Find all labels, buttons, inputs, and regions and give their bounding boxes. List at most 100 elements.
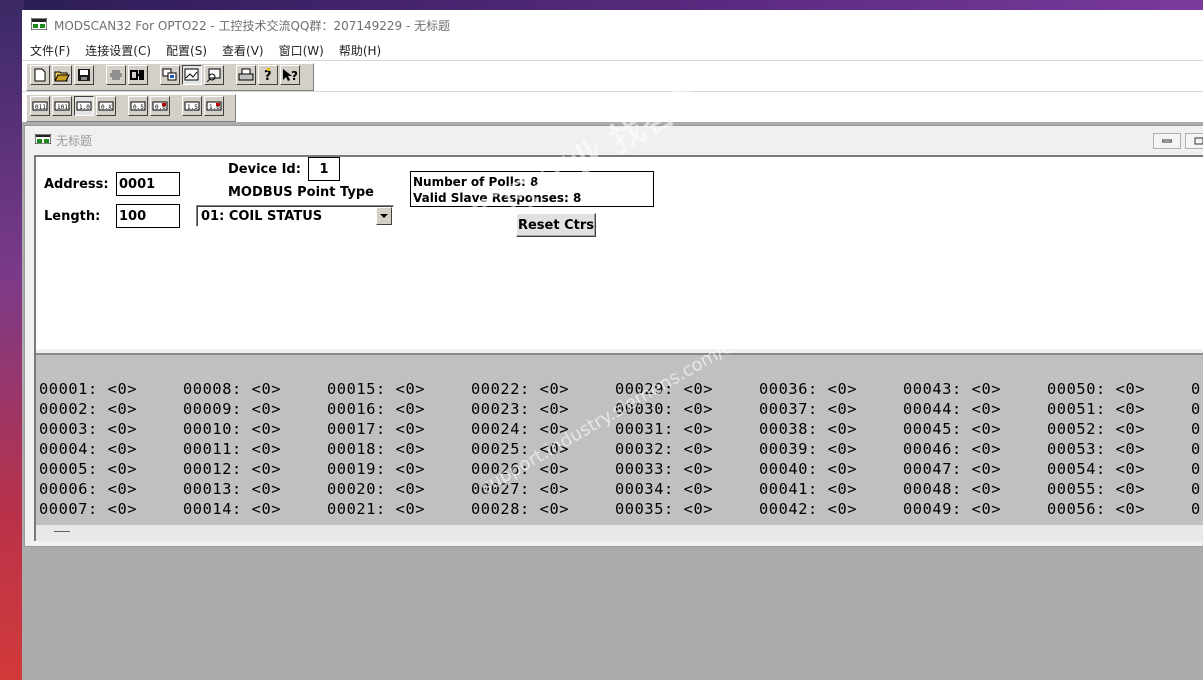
data-cell[interactable]: 00011: <0> bbox=[183, 439, 327, 459]
write-16-icon[interactable]: 1.6 bbox=[204, 96, 224, 116]
data-cell[interactable]: 00040: <0> bbox=[759, 459, 903, 479]
data-cell[interactable]: 00013: <0> bbox=[183, 479, 327, 499]
data-cell[interactable]: 00001: <0> bbox=[39, 379, 183, 399]
data-cell[interactable]: 00005: <0> bbox=[39, 459, 183, 479]
menu-help[interactable]: 帮助(H) bbox=[332, 42, 388, 59]
data-cell[interactable]: 00022: <0> bbox=[471, 379, 615, 399]
data-cell[interactable]: 00004: <0> bbox=[39, 439, 183, 459]
data-cell[interactable]: 00051: <0> bbox=[1047, 399, 1191, 419]
data-cell[interactable]: 00018: <0> bbox=[327, 439, 471, 459]
chevron-down-icon[interactable] bbox=[376, 207, 392, 225]
data-cell[interactable]: 00030: <0> bbox=[615, 399, 759, 419]
data-cell[interactable]: 00036: <0> bbox=[759, 379, 903, 399]
data-cell[interactable]: 00052: <0> bbox=[1047, 419, 1191, 439]
data-cell[interactable]: 0 bbox=[1191, 479, 1203, 499]
open-folder-icon[interactable] bbox=[52, 65, 72, 85]
data-cell[interactable]: 00037: <0> bbox=[759, 399, 903, 419]
data-cell[interactable]: 0 bbox=[1191, 459, 1203, 479]
register-04-icon[interactable]: 0.X bbox=[96, 96, 116, 116]
data-cell[interactable]: 00053: <0> bbox=[1047, 439, 1191, 459]
data-cell[interactable]: 00009: <0> bbox=[183, 399, 327, 419]
disconnect-icon[interactable] bbox=[128, 65, 148, 85]
data-cell[interactable]: 0 bbox=[1191, 379, 1203, 399]
input-02-icon[interactable]: 101 bbox=[52, 96, 72, 116]
data-cell[interactable]: 00006: <0> bbox=[39, 479, 183, 499]
data-cell[interactable]: 00026: <0> bbox=[471, 459, 615, 479]
data-cell[interactable]: 00044: <0> bbox=[903, 399, 1047, 419]
data-cell[interactable]: 00049: <0> bbox=[903, 499, 1047, 519]
data-cell[interactable]: 00012: <0> bbox=[183, 459, 327, 479]
data-cell[interactable]: 00029: <0> bbox=[615, 379, 759, 399]
data-cell[interactable]: 00016: <0> bbox=[327, 399, 471, 419]
menu-view[interactable]: 查看(V) bbox=[215, 42, 271, 59]
data-cell[interactable]: 00047: <0> bbox=[903, 459, 1047, 479]
context-help-icon[interactable]: ? bbox=[280, 65, 300, 85]
write-15-icon[interactable]: 1.5 bbox=[182, 96, 202, 116]
register-03-icon[interactable]: 1.0 bbox=[74, 96, 94, 116]
data-cell[interactable]: 00056: <0> bbox=[1047, 499, 1191, 519]
data-cell[interactable]: 00041: <0> bbox=[759, 479, 903, 499]
data-cell[interactable]: 00003: <0> bbox=[39, 419, 183, 439]
data-cell[interactable]: 00019: <0> bbox=[327, 459, 471, 479]
connect-icon[interactable] bbox=[106, 65, 126, 85]
new-file-icon[interactable] bbox=[30, 65, 50, 85]
data-cell[interactable]: 00028: <0> bbox=[471, 499, 615, 519]
write-05-icon[interactable]: 0.5 bbox=[128, 96, 148, 116]
reset-counters-button[interactable]: Reset Ctrs bbox=[516, 213, 596, 237]
data-cell[interactable]: 00046: <0> bbox=[903, 439, 1047, 459]
data-cell[interactable]: 00021: <0> bbox=[327, 499, 471, 519]
data-cell[interactable]: 00054: <0> bbox=[1047, 459, 1191, 479]
data-cell[interactable]: 00042: <0> bbox=[759, 499, 903, 519]
data-cell[interactable]: 0 bbox=[1191, 419, 1203, 439]
display-options-icon[interactable] bbox=[160, 65, 180, 85]
data-cell[interactable]: 00025: <0> bbox=[471, 439, 615, 459]
data-cell[interactable]: 00045: <0> bbox=[903, 419, 1047, 439]
menu-setup[interactable]: 配置(S) bbox=[159, 42, 214, 59]
data-cell[interactable]: 00014: <0> bbox=[183, 499, 327, 519]
data-cell[interactable]: 00023: <0> bbox=[471, 399, 615, 419]
data-cell[interactable]: 00020: <0> bbox=[327, 479, 471, 499]
data-cell[interactable]: 0 bbox=[1191, 399, 1203, 419]
data-cell[interactable]: 00038: <0> bbox=[759, 419, 903, 439]
polls-count: Number of Polls: 8 bbox=[413, 175, 539, 189]
data-cell[interactable]: 00017: <0> bbox=[327, 419, 471, 439]
data-cell[interactable]: 00034: <0> bbox=[615, 479, 759, 499]
coil-01-icon[interactable]: 011 bbox=[30, 96, 50, 116]
data-cell[interactable]: 00008: <0> bbox=[183, 379, 327, 399]
data-cell[interactable]: 00007: <0> bbox=[39, 499, 183, 519]
address-field[interactable]: 0001 bbox=[116, 172, 180, 196]
data-cell[interactable]: 00027: <0> bbox=[471, 479, 615, 499]
data-cell[interactable]: 00015: <0> bbox=[327, 379, 471, 399]
data-cell[interactable]: 0 bbox=[1191, 439, 1203, 459]
menu-file[interactable]: 文件(F) bbox=[23, 42, 77, 59]
data-cell[interactable]: 00035: <0> bbox=[615, 499, 759, 519]
data-cell[interactable]: 00002: <0> bbox=[39, 399, 183, 419]
data-cell[interactable]: 00033: <0> bbox=[615, 459, 759, 479]
write-06-icon[interactable]: 0.6 bbox=[150, 96, 170, 116]
length-field[interactable]: 100 bbox=[116, 204, 180, 228]
data-cell[interactable]: 00048: <0> bbox=[903, 479, 1047, 499]
menu-window[interactable]: 窗口(W) bbox=[272, 42, 331, 59]
app-title-bar[interactable]: MODSCAN32 For OPTO22 - 工控技术交流QQ群：2071492… bbox=[22, 10, 1203, 40]
document-title-bar[interactable]: 无标题 bbox=[25, 126, 1203, 154]
data-cell[interactable]: 00032: <0> bbox=[615, 439, 759, 459]
save-icon[interactable] bbox=[74, 65, 94, 85]
point-type-select[interactable]: 01: COIL STATUS bbox=[196, 205, 394, 227]
data-cell[interactable]: 00031: <0> bbox=[615, 419, 759, 439]
data-cell[interactable]: 00043: <0> bbox=[903, 379, 1047, 399]
data-cell[interactable]: 0 bbox=[1191, 499, 1203, 519]
maximize-button[interactable] bbox=[1185, 133, 1203, 149]
data-cell[interactable]: 00055: <0> bbox=[1047, 479, 1191, 499]
help-icon[interactable]: ? bbox=[258, 65, 278, 85]
data-cell[interactable]: 00050: <0> bbox=[1047, 379, 1191, 399]
menu-connection[interactable]: 连接设置(C) bbox=[78, 42, 158, 59]
print-icon[interactable] bbox=[236, 65, 256, 85]
desktop-wallpaper-left bbox=[0, 0, 24, 680]
display-mode-icon[interactable] bbox=[182, 65, 202, 85]
device-id-field[interactable]: 1 bbox=[308, 157, 340, 181]
text-capture-icon[interactable] bbox=[204, 65, 224, 85]
data-cell[interactable]: 00039: <0> bbox=[759, 439, 903, 459]
data-cell[interactable]: 00024: <0> bbox=[471, 419, 615, 439]
minimize-button[interactable] bbox=[1153, 133, 1181, 149]
data-cell[interactable]: 00010: <0> bbox=[183, 419, 327, 439]
